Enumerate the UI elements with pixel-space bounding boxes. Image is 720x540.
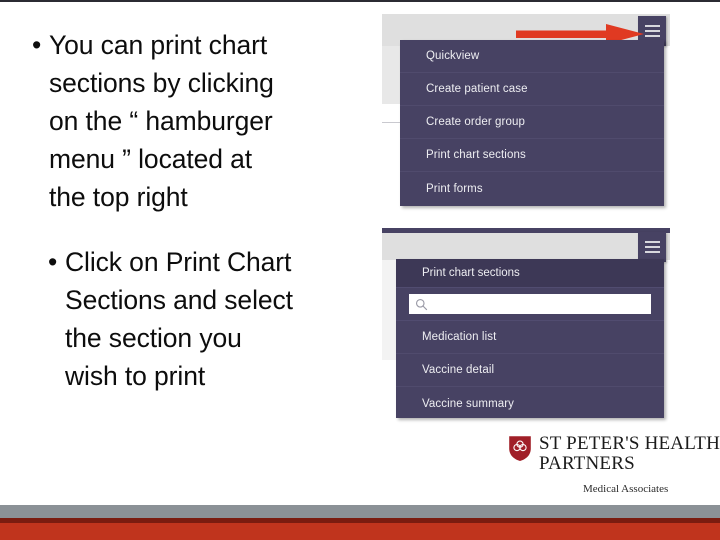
menu-item-medication-list[interactable]: Medication list bbox=[396, 321, 664, 354]
hamburger-bar bbox=[644, 30, 660, 32]
st-peters-shield-icon bbox=[509, 436, 531, 461]
logo-line-1: ST PETER'S HEALTH bbox=[539, 433, 720, 454]
menu-item-quickview[interactable]: Quickview bbox=[400, 40, 664, 73]
screenshot-print-chart-sections: Print chart sections Medication list Vac… bbox=[382, 228, 670, 420]
hamburger-bar bbox=[644, 241, 660, 243]
search-row bbox=[396, 288, 664, 321]
search-input-wrapper[interactable] bbox=[409, 294, 651, 314]
bullet-text-column: • You can print chart sections by clicki… bbox=[14, 26, 366, 395]
bullet-marker: • bbox=[48, 247, 58, 277]
slide-canvas: • You can print chart sections by clicki… bbox=[0, 0, 720, 540]
footer-gray-band bbox=[0, 505, 720, 518]
hamburger-bar bbox=[644, 25, 660, 27]
bullet-item: • Click on Print Chart Sections and sele… bbox=[14, 243, 366, 395]
menu-item-print-chart-sections[interactable]: Print chart sections bbox=[400, 139, 664, 172]
hamburger-bar bbox=[644, 35, 660, 37]
hamburger-bar bbox=[644, 251, 660, 253]
bullet-text: Click on Print Chart Sections and select… bbox=[65, 247, 293, 391]
menu-item-create-order-group[interactable]: Create order group bbox=[400, 106, 664, 139]
hamburger-bar bbox=[644, 246, 660, 248]
logo-line-2: PARTNERS bbox=[539, 453, 635, 474]
bullet-marker: • bbox=[32, 30, 42, 60]
panel-title: Print chart sections bbox=[396, 259, 664, 288]
app-body-background bbox=[382, 260, 396, 360]
dropdown-menu-panel: Quickview Create patient case Create ord… bbox=[400, 40, 664, 206]
top-hairline bbox=[0, 0, 720, 2]
search-icon bbox=[415, 298, 428, 310]
app-toolbar bbox=[382, 233, 670, 260]
menu-item-vaccine-summary[interactable]: Vaccine summary bbox=[396, 387, 664, 420]
hamburger-menu-icon[interactable] bbox=[638, 232, 666, 262]
search-input[interactable] bbox=[428, 296, 651, 312]
logo-wordmark: ST PETER'S HEALTH PARTNERS bbox=[532, 434, 720, 473]
footer-red-band bbox=[0, 523, 720, 540]
print-chart-sections-panel: Print chart sections Medication list Vac… bbox=[396, 259, 664, 418]
st-peters-health-partners-logo: ST PETER'S HEALTH PARTNERS bbox=[508, 434, 720, 473]
menu-item-vaccine-detail[interactable]: Vaccine detail bbox=[396, 354, 664, 387]
screenshot-hamburger-menu: Quickview Create patient case Create ord… bbox=[382, 14, 670, 206]
logo-subtitle: Medical Associates bbox=[583, 483, 669, 495]
menu-item-create-patient-case[interactable]: Create patient case bbox=[400, 73, 664, 106]
menu-item-print-forms[interactable]: Print forms bbox=[400, 172, 664, 205]
bullet-item: • You can print chart sections by clicki… bbox=[14, 26, 366, 216]
bullet-text: You can print chart sections by clicking… bbox=[49, 30, 274, 212]
